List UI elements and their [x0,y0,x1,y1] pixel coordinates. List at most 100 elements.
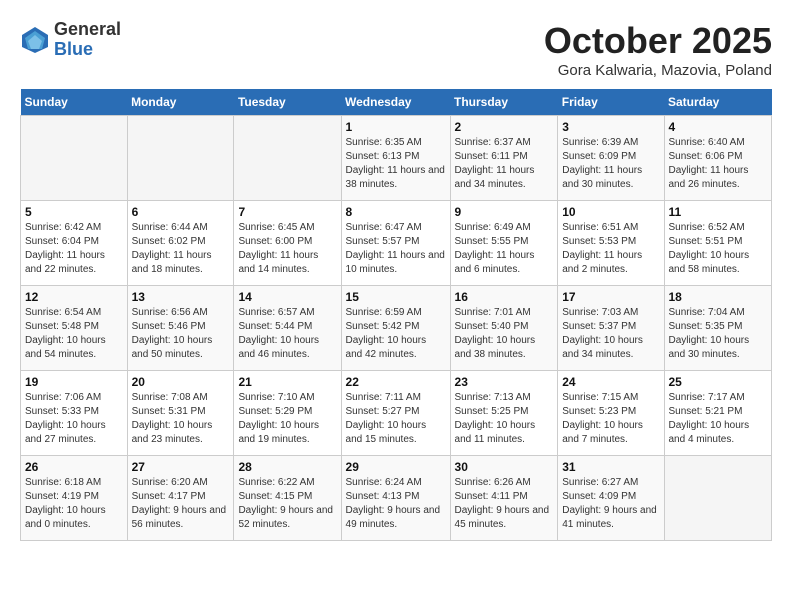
day-number: 24 [562,375,659,389]
day-number: 18 [669,290,768,304]
day-info: Sunrise: 7:11 AM Sunset: 5:27 PM Dayligh… [346,391,446,447]
day-number: 29 [346,460,446,474]
logo-general: General [54,20,121,40]
day-info: Sunrise: 6:37 AM Sunset: 6:11 PM Dayligh… [455,136,554,192]
table-row: 23 Sunrise: 7:13 AM Sunset: 5:25 PM Dayli… [450,371,558,456]
day-number: 6 [132,205,230,219]
table-row: 9Sunrise: 6:49 AM Sunset: 5:55 PM Daylig… [450,201,558,286]
table-row: 26 Sunrise: 6:18 AM Sunset: 4:19 PM Dayli… [21,456,128,541]
day-number: 3 [562,120,659,134]
day-info: Sunrise: 6:40 AM Sunset: 6:06 PM Dayligh… [669,136,768,192]
day-info: Sunrise: 6:39 AM Sunset: 6:09 PM Dayligh… [562,136,659,192]
calendar-week-row: 26 Sunrise: 6:18 AM Sunset: 4:19 PM Dayli… [21,456,772,541]
table-row [664,456,772,541]
table-row: 12 Sunrise: 6:54 AM Sunset: 5:48 PM Dayli… [21,286,128,371]
day-info: Sunrise: 7:03 AM Sunset: 5:37 PM Dayligh… [562,306,659,362]
table-row [127,116,234,201]
table-row: 22 Sunrise: 7:11 AM Sunset: 5:27 PM Dayli… [341,371,450,456]
day-info: Sunrise: 6:18 AM Sunset: 4:19 PM Dayligh… [25,476,123,532]
table-row: 17 Sunrise: 7:03 AM Sunset: 5:37 PM Dayli… [558,286,664,371]
table-row: 4 Sunrise: 6:40 AM Sunset: 6:06 PM Daylig… [664,116,772,201]
calendar-week-row: 12 Sunrise: 6:54 AM Sunset: 5:48 PM Dayli… [21,286,772,371]
day-info: Sunrise: 7:01 AM Sunset: 5:40 PM Dayligh… [455,306,554,362]
table-row: 19 Sunrise: 7:06 AM Sunset: 5:33 PM Dayli… [21,371,128,456]
table-row: 24 Sunrise: 7:15 AM Sunset: 5:23 PM Dayli… [558,371,664,456]
table-row: 11Sunrise: 6:52 AM Sunset: 5:51 PM Dayli… [664,201,772,286]
header-monday: Monday [127,89,234,116]
table-row: 29Sunrise: 6:24 AM Sunset: 4:13 PM Dayli… [341,456,450,541]
day-info: Sunrise: 7:13 AM Sunset: 5:25 PM Dayligh… [455,391,554,447]
day-info: Sunrise: 7:04 AM Sunset: 5:35 PM Dayligh… [669,306,768,362]
day-number: 13 [132,290,230,304]
day-info: Sunrise: 6:57 AM Sunset: 5:44 PM Dayligh… [238,306,336,362]
logo: General Blue [20,20,121,60]
day-number: 27 [132,460,230,474]
table-row: 18 Sunrise: 7:04 AM Sunset: 5:35 PM Dayli… [664,286,772,371]
header-thursday: Thursday [450,89,558,116]
table-row: 31Sunrise: 6:27 AM Sunset: 4:09 PM Dayli… [558,456,664,541]
day-info: Sunrise: 6:35 AM Sunset: 6:13 PM Dayligh… [346,136,446,192]
logo-icon [20,25,50,55]
day-number: 28 [238,460,336,474]
page-header: General Blue October 2025 Gora Kalwaria,… [20,20,772,79]
day-number: 20 [132,375,230,389]
table-row [234,116,341,201]
day-number: 7 [238,205,336,219]
day-number: 10 [562,205,659,219]
table-row: 1 Sunrise: 6:35 AM Sunset: 6:13 PM Daylig… [341,116,450,201]
day-info: Sunrise: 6:45 AM Sunset: 6:00 PM Dayligh… [238,221,336,277]
day-number: 19 [25,375,123,389]
day-info: Sunrise: 6:27 AM Sunset: 4:09 PM Dayligh… [562,476,659,532]
day-number: 12 [25,290,123,304]
day-info: Sunrise: 7:10 AM Sunset: 5:29 PM Dayligh… [238,391,336,447]
table-row: 20Sunrise: 7:08 AM Sunset: 5:31 PM Dayli… [127,371,234,456]
day-number: 16 [455,290,554,304]
weekday-header-row: Sunday Monday Tuesday Wednesday Thursday… [21,89,772,116]
day-number: 14 [238,290,336,304]
day-info: Sunrise: 6:56 AM Sunset: 5:46 PM Dayligh… [132,306,230,362]
table-row: 7 Sunrise: 6:45 AM Sunset: 6:00 PM Daylig… [234,201,341,286]
table-row: 10 Sunrise: 6:51 AM Sunset: 5:53 PM Dayli… [558,201,664,286]
day-number: 23 [455,375,554,389]
month-title: October 2025 [544,20,772,62]
table-row: 15Sunrise: 6:59 AM Sunset: 5:42 PM Dayli… [341,286,450,371]
table-row: 13 Sunrise: 6:56 AM Sunset: 5:46 PM Dayli… [127,286,234,371]
day-info: Sunrise: 6:42 AM Sunset: 6:04 PM Dayligh… [25,221,123,277]
calendar-week-row: 19 Sunrise: 7:06 AM Sunset: 5:33 PM Dayli… [21,371,772,456]
day-number: 4 [669,120,768,134]
day-number: 15 [346,290,446,304]
calendar-week-row: 1 Sunrise: 6:35 AM Sunset: 6:13 PM Daylig… [21,116,772,201]
table-row [21,116,128,201]
day-number: 2 [455,120,554,134]
table-row: 28 Sunrise: 6:22 AM Sunset: 4:15 PM Dayli… [234,456,341,541]
table-row: 6 Sunrise: 6:44 AM Sunset: 6:02 PM Daylig… [127,201,234,286]
day-info: Sunrise: 7:15 AM Sunset: 5:23 PM Dayligh… [562,391,659,447]
table-row: 2 Sunrise: 6:37 AM Sunset: 6:11 PM Daylig… [450,116,558,201]
day-number: 26 [25,460,123,474]
day-info: Sunrise: 6:47 AM Sunset: 5:57 PM Dayligh… [346,221,446,277]
header-tuesday: Tuesday [234,89,341,116]
table-row: 5 Sunrise: 6:42 AM Sunset: 6:04 PM Daylig… [21,201,128,286]
day-number: 17 [562,290,659,304]
header-friday: Friday [558,89,664,116]
header-saturday: Saturday [664,89,772,116]
subtitle: Gora Kalwaria, Mazovia, Poland [544,62,772,79]
table-row: 16 Sunrise: 7:01 AM Sunset: 5:40 PM Dayli… [450,286,558,371]
table-row: 25Sunrise: 7:17 AM Sunset: 5:21 PM Dayli… [664,371,772,456]
calendar-week-row: 5 Sunrise: 6:42 AM Sunset: 6:04 PM Daylig… [21,201,772,286]
table-row: 3 Sunrise: 6:39 AM Sunset: 6:09 PM Daylig… [558,116,664,201]
day-info: Sunrise: 6:26 AM Sunset: 4:11 PM Dayligh… [455,476,554,532]
day-info: Sunrise: 6:22 AM Sunset: 4:15 PM Dayligh… [238,476,336,532]
day-info: Sunrise: 6:49 AM Sunset: 5:55 PM Dayligh… [455,221,554,277]
day-number: 5 [25,205,123,219]
day-number: 8 [346,205,446,219]
table-row: 14 Sunrise: 6:57 AM Sunset: 5:44 PM Dayli… [234,286,341,371]
day-info: Sunrise: 7:17 AM Sunset: 5:21 PM Dayligh… [669,391,768,447]
day-info: Sunrise: 6:44 AM Sunset: 6:02 PM Dayligh… [132,221,230,277]
day-number: 22 [346,375,446,389]
day-number: 1 [346,120,446,134]
day-info: Sunrise: 7:06 AM Sunset: 5:33 PM Dayligh… [25,391,123,447]
logo-blue: Blue [54,40,121,60]
day-info: Sunrise: 6:51 AM Sunset: 5:53 PM Dayligh… [562,221,659,277]
day-info: Sunrise: 6:54 AM Sunset: 5:48 PM Dayligh… [25,306,123,362]
